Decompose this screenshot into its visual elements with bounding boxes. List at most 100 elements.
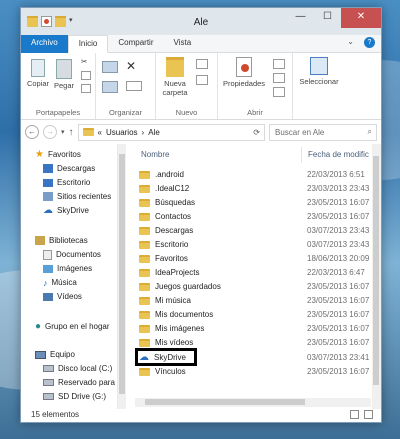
tab-inicio[interactable]: Inicio — [67, 35, 109, 53]
up-button[interactable]: ↑ — [69, 127, 74, 138]
delete-icon[interactable]: ✕ — [126, 59, 136, 73]
group-abrir: Propiedades Abrir — [218, 53, 293, 119]
chevron-down-icon[interactable]: ⌄ — [343, 35, 358, 53]
copy-path-icon[interactable] — [81, 71, 91, 80]
properties-button[interactable]: Propiedades — [220, 57, 268, 88]
file-list-hscrollbar[interactable] — [135, 398, 371, 407]
nav-scrollbar-thumb[interactable] — [119, 154, 125, 394]
tab-archivo[interactable]: Archivo — [21, 35, 68, 53]
select-label: Seleccionar — [299, 77, 339, 86]
file-date: 23/05/2013 16:07 — [307, 367, 370, 376]
file-row[interactable]: Descargas 03/07/2013 23:43 — [135, 224, 371, 237]
libraries-icon — [35, 236, 45, 245]
nav-imagenes[interactable]: Imágenes — [43, 262, 92, 275]
nav-scrollbar[interactable] — [117, 144, 126, 409]
breadcrumb-overflow[interactable]: « — [98, 128, 102, 137]
desktop-icon — [43, 178, 53, 187]
nav-grupo-hogar[interactable]: ● Grupo en el hogar — [35, 320, 110, 333]
back-button[interactable]: ← — [25, 125, 39, 139]
cut-icon[interactable]: ✂ — [81, 57, 87, 66]
file-row[interactable]: Mi música 23/05/2013 16:07 — [135, 294, 371, 307]
large-icons-view-icon[interactable] — [364, 410, 373, 419]
nav-skydrive[interactable]: ☁ SkyDrive — [43, 204, 89, 217]
new-item-icon[interactable] — [196, 59, 208, 69]
nav-sd-drive[interactable]: SD Drive (G:) — [43, 390, 106, 403]
details-view-icon[interactable] — [350, 410, 359, 419]
file-row[interactable]: .IdealC12 23/03/2013 23:43 — [135, 182, 371, 195]
file-list-scrollbar[interactable] — [372, 144, 381, 409]
folder-icon — [139, 240, 150, 249]
recent-locations-icon[interactable]: ▾ — [61, 128, 65, 136]
maximize-button[interactable]: ☐ — [314, 8, 341, 28]
file-date: 23/05/2013 16:07 — [307, 198, 370, 207]
address-box[interactable]: « Usuarios › Ale ⟳ — [77, 123, 265, 141]
file-date: 23/05/2013 16:07 — [307, 282, 370, 291]
forward-button[interactable]: → — [43, 125, 57, 139]
column-date[interactable]: Fecha de modific — [302, 150, 369, 159]
help-icon[interactable]: ? — [358, 35, 381, 53]
file-date: 18/06/2013 20:09 — [307, 254, 370, 263]
file-row[interactable]: Favoritos 18/06/2013 20:09 — [135, 252, 371, 265]
refresh-icon[interactable]: ⟳ — [253, 128, 264, 137]
videos-icon — [43, 292, 53, 301]
nav-descargas[interactable]: Descargas — [43, 162, 95, 175]
new-folder-label-2: carpeta — [162, 88, 188, 97]
open-icon[interactable] — [273, 59, 285, 69]
rename-icon[interactable] — [126, 81, 142, 91]
breadcrumb-ale[interactable]: Ale — [148, 128, 160, 137]
file-row[interactable]: Vínculos 23/05/2013 16:07 — [135, 365, 371, 378]
nav-bibliotecas[interactable]: Bibliotecas — [35, 234, 88, 247]
copy-to-icon[interactable] — [102, 81, 118, 93]
file-list-scrollbar-thumb[interactable] — [373, 156, 379, 385]
nav-disco-local[interactable]: Disco local (C:) — [43, 362, 112, 375]
copy-label: Copiar — [26, 79, 50, 88]
drive-icon — [43, 379, 54, 386]
close-button[interactable]: ✕ — [341, 8, 381, 28]
file-name: Mis documentos — [155, 310, 214, 319]
move-to-icon[interactable] — [102, 61, 118, 73]
easy-access-icon[interactable] — [196, 75, 208, 85]
computer-icon — [35, 350, 46, 359]
breadcrumb-arrow[interactable]: › — [142, 128, 145, 137]
file-list-hscrollbar-thumb[interactable] — [145, 399, 305, 405]
search-input[interactable]: Buscar en Ale ⌕ — [269, 123, 377, 141]
edit-icon[interactable] — [273, 73, 285, 83]
file-row[interactable]: Escritorio 03/07/2013 23:43 — [135, 238, 371, 251]
nav-favoritos[interactable]: ★ Favoritos — [35, 148, 81, 161]
file-row[interactable]: Búsquedas 23/05/2013 16:07 — [135, 196, 371, 209]
paste-button[interactable]: Pegar — [51, 59, 77, 90]
nav-musica[interactable]: ♪ Música — [43, 276, 77, 289]
nav-documentos[interactable]: Documentos — [43, 248, 101, 261]
group-portapapeles: Copiar Pegar ✂ Portapapeles — [21, 53, 96, 119]
tab-compartir[interactable]: Compartir — [108, 35, 163, 53]
nav-disco-label: Disco local (C:) — [58, 364, 113, 373]
paste-shortcut-icon[interactable] — [81, 84, 91, 93]
file-date: 23/05/2013 16:07 — [307, 338, 370, 347]
file-row[interactable]: IdeaProjects 22/03/2013 6:47 — [135, 266, 371, 279]
file-row[interactable]: Mis documentos 23/05/2013 16:07 — [135, 308, 371, 321]
file-row[interactable]: Mis imágenes 23/05/2013 16:07 — [135, 322, 371, 335]
nav-reservado[interactable]: Reservado para e — [43, 376, 122, 389]
file-name: Favoritos — [155, 254, 188, 263]
minimize-button[interactable]: — — [287, 8, 314, 28]
file-list: Nombre Fecha de modific .android 22/03/2… — [127, 144, 381, 409]
nav-equipo-label: Equipo — [50, 350, 75, 359]
breadcrumb-usuarios[interactable]: Usuarios — [106, 128, 138, 137]
nav-equipo[interactable]: Equipo — [35, 348, 75, 361]
new-folder-button[interactable]: Nueva carpeta — [158, 57, 192, 97]
history-icon[interactable] — [273, 87, 285, 97]
file-row[interactable]: .android 22/03/2013 6:51 — [135, 168, 371, 181]
nav-videos[interactable]: Vídeos — [43, 290, 82, 303]
file-row[interactable]: Contactos 23/05/2013 16:07 — [135, 210, 371, 223]
tab-vista[interactable]: Vista — [164, 35, 202, 53]
copy-button[interactable]: Copiar — [25, 59, 51, 88]
downloads-icon — [43, 164, 53, 173]
file-date: 23/03/2013 23:43 — [307, 184, 370, 193]
column-name[interactable]: Nombre — [127, 146, 302, 163]
nav-sitios-recientes[interactable]: Sitios recientes — [43, 190, 111, 203]
nav-escritorio[interactable]: Escritorio — [43, 176, 90, 189]
cloud-icon: ☁ — [43, 205, 53, 216]
file-row[interactable]: Juegos guardados 23/05/2013 16:07 — [135, 280, 371, 293]
select-button[interactable]: Seleccionar — [297, 57, 341, 86]
file-name: Mi música — [155, 296, 192, 305]
